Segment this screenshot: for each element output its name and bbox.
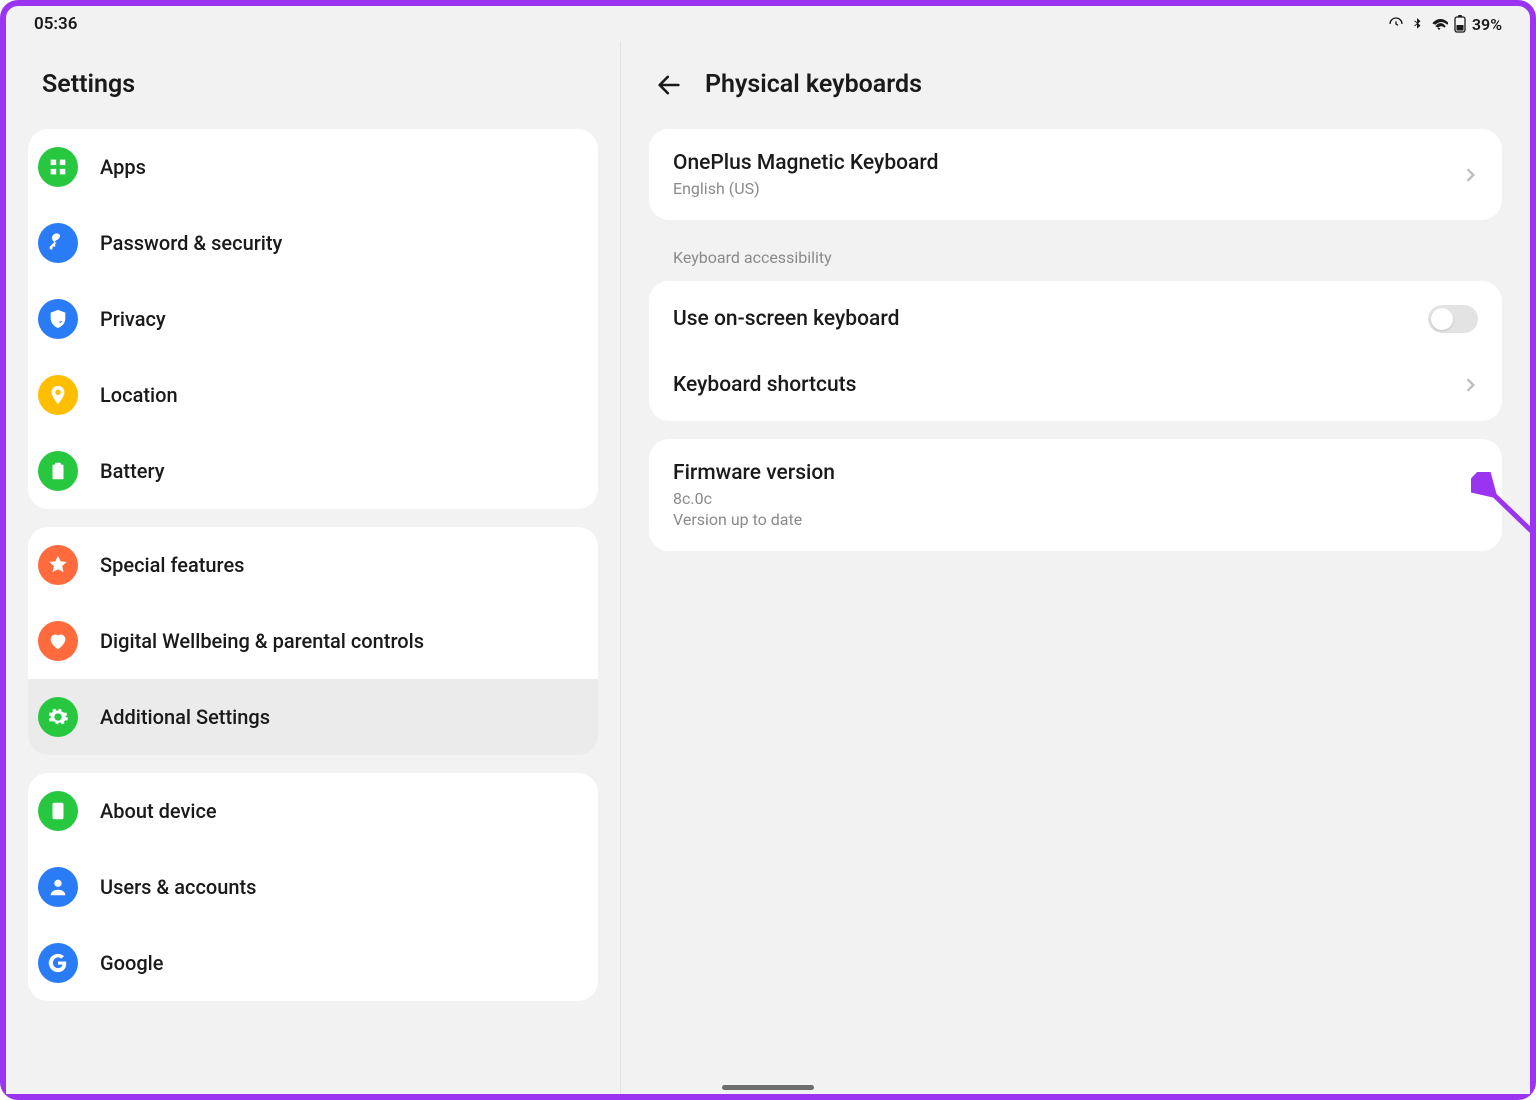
- sidebar-item-password-security[interactable]: Password & security: [28, 205, 598, 281]
- status-bar: 05:36 39%: [6, 6, 1530, 42]
- sidebar-item-label: Digital Wellbeing & parental controls: [100, 629, 424, 653]
- sidebar-item-label: Users & accounts: [100, 875, 256, 899]
- sidebar-item-label: Additional Settings: [100, 705, 270, 729]
- person-icon: [38, 867, 78, 907]
- sidebar-item-label: Apps: [100, 155, 146, 179]
- chevron-right-icon: [1464, 378, 1478, 392]
- sidebar-item-label: Special features: [100, 553, 244, 577]
- sidebar-item-additional-settings[interactable]: Additional Settings: [28, 679, 598, 755]
- sidebar-item-label: Google: [100, 951, 163, 975]
- onscreen-keyboard-label: Use on-screen keyboard: [673, 307, 1428, 331]
- google-icon: [38, 943, 78, 983]
- battery-icon: [1454, 15, 1466, 33]
- shield-icon: [38, 299, 78, 339]
- sidebar-item-digital-wellbeing-parental-controls[interactable]: Digital Wellbeing & parental controls: [28, 603, 598, 679]
- firmware-status: Version up to date: [673, 510, 1478, 529]
- sidebar-item-label: Battery: [100, 459, 164, 483]
- sidebar-item-label: Privacy: [100, 307, 166, 331]
- sidebar-item-google[interactable]: Google: [28, 925, 598, 1001]
- chevron-right-icon: [1464, 168, 1478, 182]
- sidebar-item-apps[interactable]: Apps: [28, 129, 598, 205]
- detail-title: Physical keyboards: [705, 70, 922, 99]
- sidebar-item-label: About device: [100, 799, 217, 823]
- sidebar-item-location[interactable]: Location: [28, 357, 598, 433]
- heart-icon: [38, 621, 78, 661]
- sidebar-item-about-device[interactable]: About device: [28, 773, 598, 849]
- sidebar-item-privacy[interactable]: Privacy: [28, 281, 598, 357]
- firmware-title: Firmware version: [673, 461, 1478, 485]
- sidebar-item-label: Password & security: [100, 231, 282, 255]
- settings-sidebar: Settings Apps Password & security Privacy L…: [6, 42, 621, 1094]
- accessibility-section-header: Keyboard accessibility: [649, 238, 1502, 281]
- onscreen-keyboard-row[interactable]: Use on-screen keyboard: [649, 281, 1502, 353]
- nav-handle[interactable]: [722, 1085, 814, 1090]
- back-arrow-icon[interactable]: [655, 71, 683, 99]
- tablet-icon: [38, 791, 78, 831]
- keyboard-device-name: OnePlus Magnetic Keyboard: [673, 151, 1464, 175]
- battery-icon: [38, 451, 78, 491]
- pin-icon: [38, 375, 78, 415]
- key-icon: [38, 223, 78, 263]
- battery-percent: 39%: [1472, 15, 1502, 34]
- sidebar-item-users-accounts[interactable]: Users & accounts: [28, 849, 598, 925]
- sidebar-item-label: Location: [100, 383, 178, 407]
- status-indicators: 39%: [1388, 15, 1502, 34]
- apps-icon: [38, 147, 78, 187]
- sidebar-title: Settings: [6, 42, 620, 129]
- star-icon: [38, 545, 78, 585]
- sidebar-item-special-features[interactable]: Special features: [28, 527, 598, 603]
- wifi-icon: [1430, 17, 1448, 31]
- sidebar-item-battery[interactable]: Battery: [28, 433, 598, 509]
- gear-icon: [38, 697, 78, 737]
- firmware-version-row[interactable]: Firmware version 8c.0c Version up to dat…: [649, 439, 1502, 551]
- keyboard-device-row[interactable]: OnePlus Magnetic Keyboard English (US): [649, 129, 1502, 220]
- alarm-icon: [1388, 16, 1404, 32]
- detail-pane: Physical keyboards OnePlus Magnetic Keyb…: [621, 42, 1530, 1094]
- keyboard-shortcuts-label: Keyboard shortcuts: [673, 373, 1464, 397]
- onscreen-keyboard-toggle[interactable]: [1428, 305, 1478, 333]
- firmware-version: 8c.0c: [673, 489, 1478, 508]
- bluetooth-icon: [1410, 16, 1424, 32]
- status-time: 05:36: [34, 14, 77, 34]
- keyboard-device-lang: English (US): [673, 179, 1464, 198]
- keyboard-shortcuts-row[interactable]: Keyboard shortcuts: [649, 353, 1502, 421]
